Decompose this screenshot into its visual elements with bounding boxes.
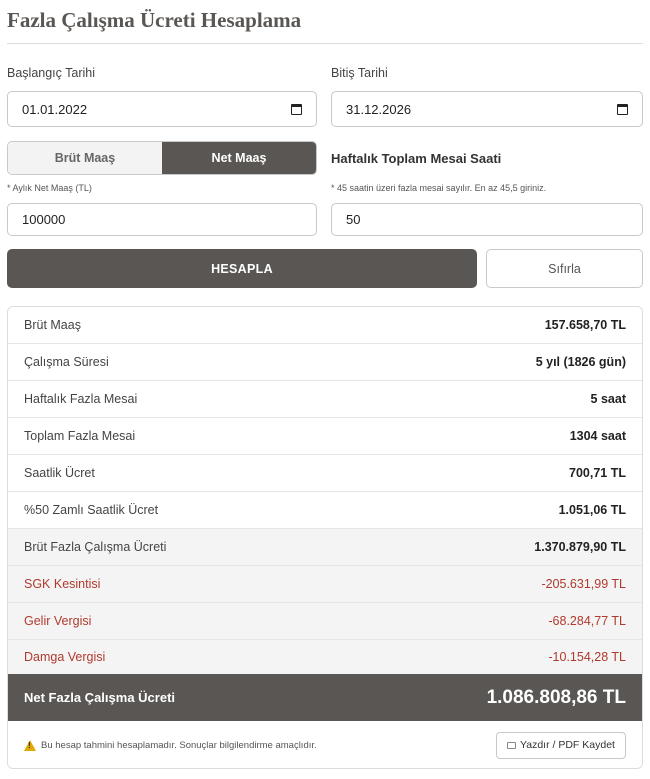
result-value: 5 saat: [590, 392, 626, 406]
warning-icon: [24, 739, 36, 751]
result-label: Brüt Fazla Çalışma Ücreti: [24, 540, 167, 554]
result-row-gross-salary: Brüt Maaş 157.658,70 TL: [8, 307, 642, 344]
result-row-total-overtime: Toplam Fazla Mesai 1304 saat: [8, 418, 642, 455]
result-label: Toplam Fazla Mesai: [24, 429, 136, 443]
disclaimer-text: Bu hesap tahmini hesaplamadır. Sonuçlar …: [41, 739, 317, 751]
result-label: Çalışma Süresi: [24, 355, 109, 369]
result-label: SGK Kesintisi: [24, 577, 101, 591]
print-icon: [507, 741, 517, 749]
start-date-label: Başlangıç Tarihi: [7, 66, 96, 80]
print-pdf-label: Yazdır / PDF Kaydet: [520, 739, 615, 751]
result-value: -68.284,77 TL: [548, 614, 626, 628]
result-row-premium-hourly-wage: %50 Zamlı Saatlik Ücret 1.051,06 TL: [8, 492, 642, 529]
salary-type-toggle: Brüt Maaş Net Maaş: [7, 141, 317, 175]
result-row-sgk-deduction: SGK Kesintisi -205.631,99 TL: [8, 566, 642, 603]
title-divider: [7, 43, 643, 44]
page-title: Fazla Çalışma Ücreti Hesaplama: [7, 8, 302, 32]
salary-value: 100000: [22, 212, 66, 227]
print-pdf-button[interactable]: Yazdır / PDF Kaydet: [496, 731, 626, 759]
end-date-input[interactable]: 31.12.2026: [331, 91, 643, 127]
weekly-hours-hint: * 45 saatin üzeri fazla mesai sayılır. E…: [331, 183, 547, 193]
net-overtime-pay-label: Net Fazla Çalışma Ücreti: [24, 690, 176, 705]
result-value: 1.370.879,90 TL: [534, 540, 626, 554]
result-row-stamp-tax: Damga Vergisi -10.154,28 TL: [8, 640, 642, 674]
salary-hint: * Aylık Net Maaş (TL): [7, 183, 92, 193]
net-overtime-pay-row: Net Fazla Çalışma Ücreti 1.086.808,86 TL: [8, 674, 642, 721]
result-value: -205.631,99 TL: [541, 577, 626, 591]
result-row-weekly-overtime: Haftalık Fazla Mesai 5 saat: [8, 381, 642, 418]
salary-input[interactable]: 100000: [7, 203, 317, 236]
result-value: 1.051,06 TL: [558, 503, 626, 517]
result-label: Brüt Maaş: [24, 318, 81, 332]
result-value: 1304 saat: [569, 429, 626, 443]
weekly-hours-input[interactable]: 50: [331, 203, 643, 236]
gross-salary-tab[interactable]: Brüt Maaş: [8, 142, 162, 174]
result-value: 157.658,70 TL: [544, 318, 626, 332]
weekly-hours-value: 50: [346, 212, 361, 227]
result-row-gross-overtime-pay: Brüt Fazla Çalışma Ücreti 1.370.879,90 T…: [8, 529, 642, 566]
result-label: Damga Vergisi: [24, 650, 106, 664]
result-label: Haftalık Fazla Mesai: [24, 392, 138, 406]
net-overtime-pay-value: 1.086.808,86 TL: [486, 686, 626, 708]
net-salary-tab[interactable]: Net Maaş: [162, 142, 316, 174]
calendar-icon[interactable]: [291, 103, 302, 115]
start-date-value: 01.01.2022: [22, 101, 88, 117]
result-value: -10.154,28 TL: [548, 650, 626, 664]
result-row-income-tax: Gelir Vergisi -68.284,77 TL: [8, 603, 642, 640]
results-footer: Bu hesap tahmini hesaplamadır. Sonuçlar …: [8, 721, 642, 768]
results-panel: Brüt Maaş 157.658,70 TL Çalışma Süresi 5…: [7, 306, 643, 769]
result-label: %50 Zamlı Saatlik Ücret: [24, 503, 159, 517]
result-value: 700,71 TL: [569, 466, 626, 480]
calculate-button[interactable]: HESAPLA: [7, 249, 477, 288]
result-row-hourly-wage: Saatlik Ücret 700,71 TL: [8, 455, 642, 492]
end-date-value: 31.12.2026: [346, 101, 412, 117]
result-row-duration: Çalışma Süresi 5 yıl (1826 gün): [8, 344, 642, 381]
calendar-icon[interactable]: [617, 103, 628, 115]
result-label: Gelir Vergisi: [24, 614, 92, 628]
result-value: 5 yıl (1826 gün): [535, 355, 626, 369]
result-label: Saatlik Ücret: [24, 466, 95, 480]
start-date-input[interactable]: 01.01.2022: [7, 91, 317, 127]
disclaimer: Bu hesap tahmini hesaplamadır. Sonuçlar …: [24, 739, 317, 751]
weekly-hours-title: Haftalık Toplam Mesai Saati: [331, 151, 502, 166]
reset-button[interactable]: Sıfırla: [486, 249, 643, 288]
end-date-label: Bitiş Tarihi: [331, 66, 388, 80]
